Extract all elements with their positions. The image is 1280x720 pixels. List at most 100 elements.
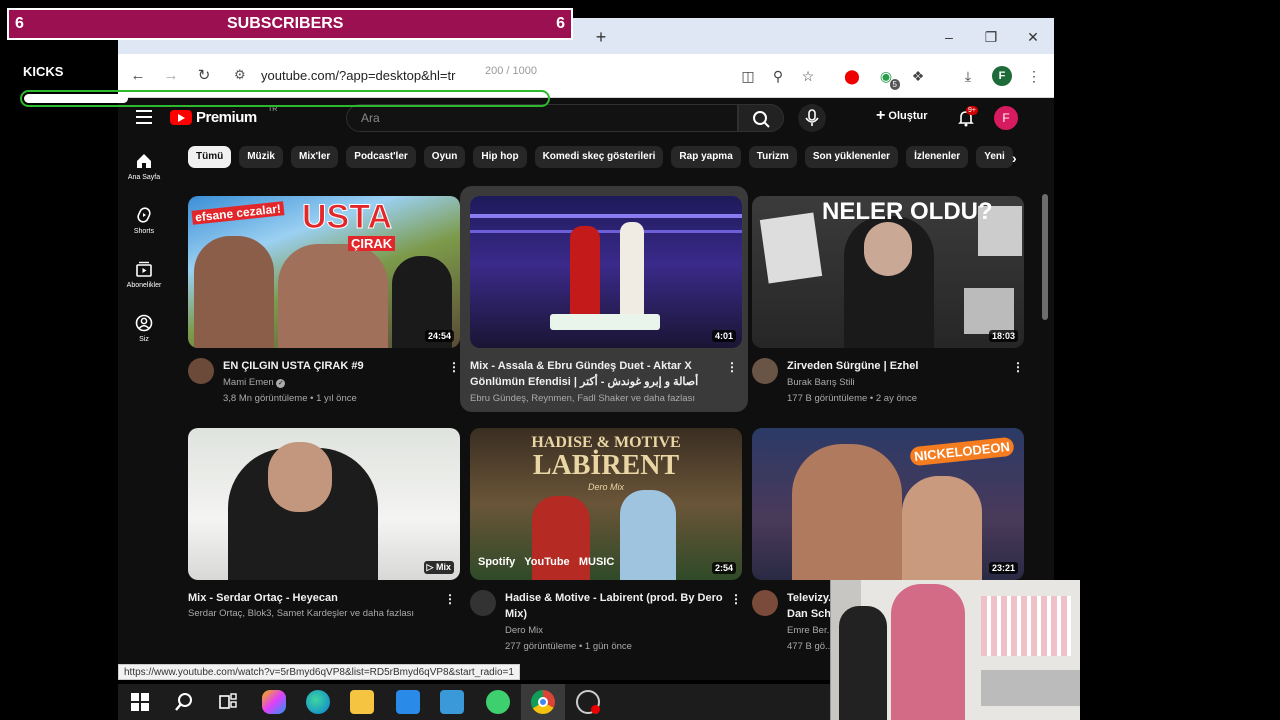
zoom-icon[interactable]: ⚲: [768, 66, 788, 86]
close-icon[interactable]: ✕: [1022, 26, 1044, 48]
edge-icon[interactable]: [306, 690, 330, 714]
browser-profile-avatar[interactable]: F: [992, 66, 1012, 86]
site-settings-icon[interactable]: ⚙: [234, 67, 246, 83]
sidebar-item-you[interactable]: Siz: [118, 314, 170, 360]
extensions-puzzle-icon[interactable]: ❖: [908, 66, 928, 86]
kicks-count: 200 / 1000: [485, 65, 537, 77]
obs-icon[interactable]: [576, 690, 600, 714]
channel-name[interactable]: Mami Emen ✓: [223, 377, 286, 388]
chip-hiphop[interactable]: Hip hop: [473, 146, 527, 168]
sidebar-item-subscriptions[interactable]: Abonelikler: [118, 260, 170, 306]
mix-label: Mix: [435, 562, 451, 572]
video-thumbnail[interactable]: HADISE & MOTIVE LABİRENT Dero Mix Spotif…: [470, 428, 742, 580]
video-title[interactable]: EN ÇILGIN USTA ÇIRAK #9: [223, 358, 443, 374]
video-thumbnail[interactable]: ▷ Mix: [188, 428, 460, 580]
page-scrollbar[interactable]: [1042, 194, 1048, 320]
video-thumbnail[interactable]: USTA ÇIRAK efsane cezalar! 24:54: [188, 196, 460, 348]
account-avatar[interactable]: F: [994, 106, 1018, 130]
channel-avatar[interactable]: [188, 358, 214, 384]
file-explorer-icon[interactable]: [350, 690, 374, 714]
browser-menu-icon[interactable]: ⋮: [1024, 66, 1044, 86]
more-actions-icon[interactable]: ⋮: [444, 592, 456, 606]
mix-badge: ▷ Mix: [423, 561, 454, 574]
create-button[interactable]: + Oluştur: [876, 107, 928, 129]
sidebar-label: Siz: [139, 336, 149, 343]
chevron-right-icon[interactable]: ›: [1012, 150, 1028, 166]
bookmark-star-icon[interactable]: ☆: [798, 66, 818, 86]
video-card[interactable]: NELER OLDU? 18:03 Zirveden Sürgüne | Ezh…: [752, 196, 1024, 404]
store-icon[interactable]: [396, 690, 420, 714]
you-icon: [135, 314, 153, 332]
subscribers-overlay: 6 SUBSCRIBERS 6: [7, 8, 573, 40]
opera-icon[interactable]: ⬤: [842, 66, 862, 86]
more-actions-icon[interactable]: ⋮: [726, 360, 738, 374]
minimize-icon[interactable]: –: [938, 26, 960, 48]
sidebar-label: Shorts: [133, 228, 155, 235]
channel-name[interactable]: Dero Mix: [505, 625, 543, 636]
channel-name[interactable]: Ebru Gündeş, Reynmen, Fadl Shaker ve dah…: [470, 393, 695, 404]
chip-all[interactable]: Tümü: [188, 146, 232, 168]
sidebar-item-home[interactable]: Ana Sayfa: [118, 152, 170, 198]
video-card[interactable]: ▷ Mix Mix - Serdar Ortaç - Heyecan Serda…: [188, 428, 460, 619]
back-icon[interactable]: ←: [128, 66, 148, 86]
extension-shield-icon[interactable]: ◉ 5: [876, 66, 900, 90]
copilot-icon[interactable]: [262, 690, 286, 714]
guide-menu-icon[interactable]: [136, 110, 152, 124]
video-thumbnail[interactable]: 4:01: [470, 196, 742, 348]
chip-watched[interactable]: İzlenenler: [906, 146, 969, 168]
video-title[interactable]: Mix - Assala & Ebru Gündeş Duet - Aktar …: [470, 358, 720, 390]
cast-icon[interactable]: ◫: [738, 66, 758, 86]
video-meta: 477 B gö...: [787, 641, 833, 652]
search-input[interactable]: Ara: [346, 104, 738, 132]
subscribers-right-count: 6: [556, 15, 565, 32]
chip-gaming[interactable]: Oyun: [423, 146, 466, 168]
chip-podcasts[interactable]: Podcast'ler: [346, 146, 416, 168]
video-thumbnail[interactable]: NICKELODEON 23:21: [752, 428, 1024, 580]
video-card[interactable]: 4:01 Mix - Assala & Ebru Gündeş Duet - A…: [470, 196, 742, 404]
video-card[interactable]: HADISE & MOTIVE LABİRENT Dero Mix Spotif…: [470, 428, 742, 652]
search-button[interactable]: [738, 104, 784, 132]
more-actions-icon[interactable]: ⋮: [448, 360, 460, 374]
chrome-icon[interactable]: [531, 690, 555, 714]
mail-icon[interactable]: [440, 690, 464, 714]
chat-app-icon[interactable]: [486, 690, 510, 714]
channel-avatar[interactable]: [752, 590, 778, 616]
chip-music[interactable]: Müzik: [239, 146, 283, 168]
download-icon[interactable]: ⤓: [958, 66, 978, 86]
reload-icon[interactable]: ↻: [194, 66, 214, 86]
chip-mixes[interactable]: Mix'ler: [291, 146, 339, 168]
windows-start-icon[interactable]: [128, 690, 152, 714]
task-view-icon[interactable]: [216, 690, 240, 714]
voice-search-button[interactable]: [798, 104, 826, 132]
channel-name[interactable]: Serdar Ortaç, Blok3, Samet Kardeşler ve …: [188, 608, 414, 619]
video-title[interactable]: Hadise & Motive - Labirent (prod. By Der…: [505, 590, 725, 622]
shorts-icon: [137, 207, 151, 223]
video-title[interactable]: Zirveden Sürgüne | Ezhel: [787, 358, 1007, 374]
chip-recent[interactable]: Son yüklenenler: [804, 146, 899, 168]
create-label: Oluştur: [888, 110, 928, 122]
forward-icon[interactable]: →: [161, 66, 181, 86]
new-tab-button[interactable]: +: [590, 26, 612, 48]
screen: + – ❐ ✕ ← → ↻ ⚙ youtube.com/?app=desktop…: [0, 0, 1280, 720]
restore-icon[interactable]: ❐: [980, 26, 1002, 48]
channel-name[interactable]: Emre Ber...: [787, 625, 835, 636]
more-actions-icon[interactable]: ⋮: [1012, 360, 1024, 374]
sidebar-item-shorts[interactable]: Shorts: [118, 206, 170, 252]
video-card[interactable]: USTA ÇIRAK efsane cezalar! 24:54 EN ÇILG…: [188, 196, 460, 404]
video-title[interactable]: Mix - Serdar Ortaç - Heyecan: [188, 590, 438, 606]
chip-bar: Tümü Müzik Mix'ler Podcast'ler Oyun Hip hop Ko…: [188, 146, 1018, 170]
chip-comedy[interactable]: Komedi skeç gösterileri: [534, 146, 664, 168]
channel-avatar[interactable]: [470, 590, 496, 616]
chip-tourism[interactable]: Turizm: [748, 146, 797, 168]
address-url: youtube.com/?app=desktop&hl=tr: [261, 68, 456, 83]
chip-rap[interactable]: Rap yapma: [671, 146, 741, 168]
video-card[interactable]: NICKELODEON 23:21 Televizy... Dan Sch... …: [752, 428, 1024, 652]
more-actions-icon[interactable]: ⋮: [730, 592, 742, 606]
chip-new[interactable]: Yeni: [976, 146, 1013, 168]
home-icon: [137, 154, 151, 168]
channel-avatar[interactable]: [752, 358, 778, 384]
video-thumbnail[interactable]: NELER OLDU? 18:03: [752, 196, 1024, 348]
logo-text: Premium: [196, 109, 257, 126]
search-icon[interactable]: [172, 690, 196, 714]
channel-name[interactable]: Burak Barış Stili: [787, 377, 855, 388]
